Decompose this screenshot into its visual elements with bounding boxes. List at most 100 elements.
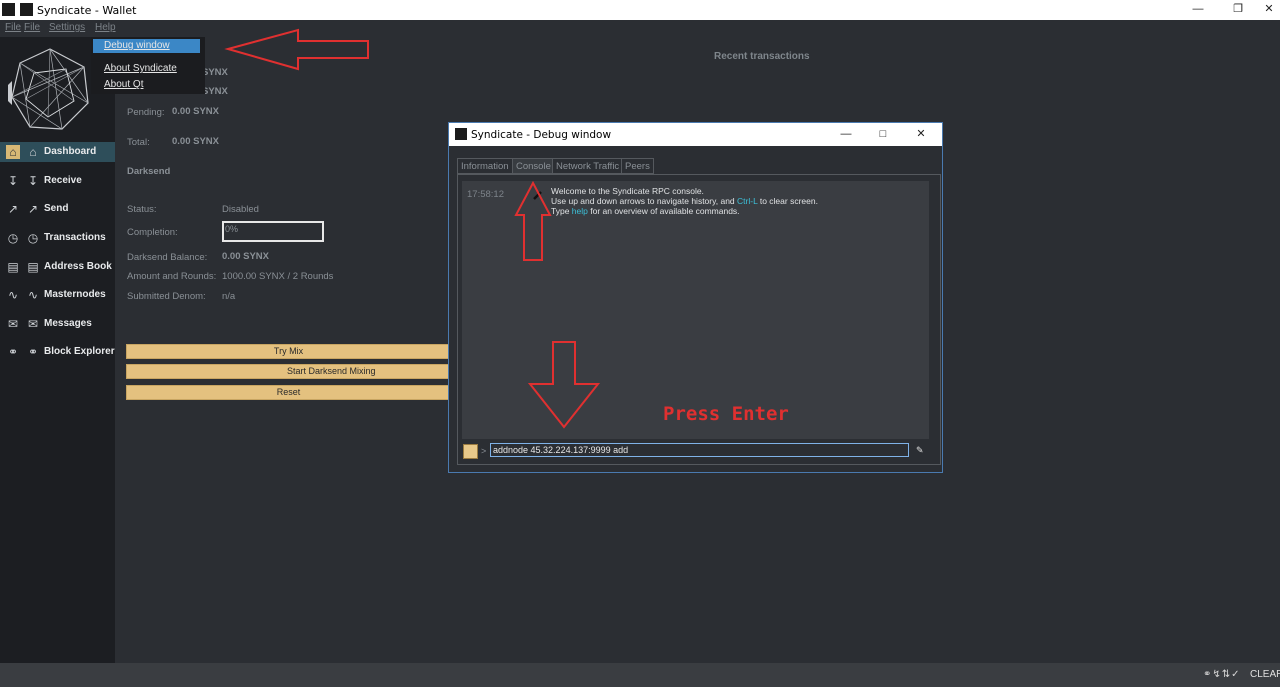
sidebar: ⌂ ⌂ Dashboard ↧ ↧ Receive ↗ ↗ Send ◷ ◷ T… bbox=[0, 37, 115, 663]
annotation-press-enter: Press Enter bbox=[663, 403, 789, 425]
console-text: to clear screen. bbox=[757, 196, 818, 206]
sidebar-item-send[interactable]: ↗ ↗ Send bbox=[0, 199, 115, 219]
total-value: 0.00 SYNX bbox=[172, 136, 219, 147]
tab-network-traffic[interactable]: Network Traffic bbox=[552, 158, 624, 174]
clock-icon: ◷ bbox=[7, 231, 19, 245]
sidebar-item-address-book[interactable]: ▤ ▤ Address Book bbox=[0, 257, 115, 277]
reset-button[interactable]: Reset bbox=[126, 385, 451, 400]
status-value: Disabled bbox=[222, 204, 259, 215]
sidebar-item-masternodes[interactable]: ∿ ∿ Masternodes bbox=[0, 285, 115, 305]
console-text: Type bbox=[551, 206, 572, 216]
send-icon: ↗ bbox=[7, 202, 19, 216]
try-mix-button[interactable]: Try Mix bbox=[126, 344, 451, 359]
window-title: Syndicate - Wallet bbox=[37, 4, 137, 17]
console-link-ctrl-l: Ctrl-L bbox=[737, 196, 758, 206]
close-icon[interactable]: ✕ bbox=[1262, 2, 1276, 16]
console-line-navigate: Use up and down arrows to navigate histo… bbox=[551, 196, 818, 206]
menu-item-label: About Qt bbox=[104, 79, 144, 90]
masternodes-icon: ∿ bbox=[7, 288, 19, 302]
console-input-row: > ✎ bbox=[462, 440, 929, 463]
sidebar-item-label: Masternodes bbox=[44, 289, 106, 300]
menu-item-about-qt[interactable]: About Qt bbox=[91, 78, 205, 92]
submitted-denom-label: Submitted Denom: bbox=[127, 291, 206, 302]
maximize-icon[interactable]: □ bbox=[876, 127, 890, 141]
restore-icon[interactable]: ❐ bbox=[1231, 2, 1245, 16]
address-book-icon: ▤ bbox=[7, 260, 19, 274]
annotation-arrow-up-icon bbox=[514, 180, 552, 261]
globe-icon: ⚭ bbox=[7, 345, 19, 359]
tab-peers[interactable]: Peers bbox=[621, 158, 654, 174]
total-label: Total: bbox=[127, 137, 150, 148]
address-book-icon: ▤ bbox=[27, 260, 39, 274]
syndicate-logo-icon bbox=[8, 48, 89, 130]
start-darksend-mixing-button[interactable]: Start Darksend Mixing bbox=[126, 364, 451, 379]
receive-icon: ↧ bbox=[7, 174, 19, 188]
sidebar-item-dashboard[interactable]: ⌂ ⌂ Dashboard bbox=[0, 142, 115, 162]
tab-information[interactable]: Information bbox=[457, 158, 513, 174]
sidebar-item-messages[interactable]: ✉ ✉ Messages bbox=[0, 314, 115, 334]
console-text: for an overview of available commands. bbox=[587, 206, 740, 216]
darksend-heading: Darksend bbox=[127, 166, 171, 177]
menubar: File File Settings Help bbox=[0, 20, 1280, 37]
tab-console[interactable]: Console bbox=[512, 158, 555, 174]
pending-value: 0.00 SYNX bbox=[172, 106, 219, 117]
globe-icon: ⚭ bbox=[27, 345, 39, 359]
console-command-input[interactable] bbox=[490, 443, 909, 457]
pending-label: Pending: bbox=[127, 107, 165, 118]
sidebar-item-label: Receive bbox=[44, 175, 82, 186]
debug-window-title: Syndicate - Debug window bbox=[471, 129, 612, 141]
menu-item-about-syndicate[interactable]: About Syndicate bbox=[91, 62, 205, 76]
amount-rounds-value: 1000.00 SYNX / 2 Rounds bbox=[222, 271, 334, 282]
home-icon: ⌂ bbox=[6, 145, 20, 159]
darksend-balance-label: Darksend Balance: bbox=[127, 252, 208, 263]
console-line-welcome: Welcome to the Syndicate RPC console. bbox=[551, 186, 704, 196]
sidebar-item-transactions[interactable]: ◷ ◷ Transactions bbox=[0, 228, 115, 248]
receive-icon: ↧ bbox=[27, 174, 39, 188]
sidebar-item-label: Transactions bbox=[44, 232, 106, 243]
amount-rounds-label: Amount and Rounds: bbox=[127, 271, 217, 282]
envelope-icon: ✉ bbox=[7, 317, 19, 331]
status-text: CLEARN bbox=[1250, 669, 1280, 680]
lightning-icon: ↯ bbox=[1212, 669, 1222, 680]
lock-icon: ⚭ bbox=[1203, 669, 1213, 680]
menu-help[interactable]: Help bbox=[95, 22, 116, 33]
console-text: Welcome to the Syndicate RPC console. bbox=[551, 186, 704, 196]
console-line-help: Type help for an overview of available c… bbox=[551, 206, 740, 216]
sidebar-item-label: Send bbox=[44, 203, 69, 214]
help-menu-dropdown: Debug window About Syndicate About Qt bbox=[91, 37, 205, 94]
menu-item-debug-window[interactable]: Debug window bbox=[93, 39, 200, 53]
menu-file[interactable]: File bbox=[5, 22, 21, 33]
annotation-arrow-left-icon bbox=[224, 28, 369, 71]
send-icon: ↗ bbox=[27, 202, 39, 216]
app-icon bbox=[2, 3, 15, 16]
envelope-icon: ✉ bbox=[27, 317, 39, 331]
app-logo-icon bbox=[20, 3, 33, 16]
home-icon: ⌂ bbox=[29, 145, 37, 159]
unconfirmed-value: SYNX bbox=[202, 86, 228, 97]
sidebar-item-label: Messages bbox=[44, 318, 92, 329]
masternodes-icon: ∿ bbox=[27, 288, 39, 302]
clock-icon: ◷ bbox=[27, 231, 39, 245]
console-prompt: > bbox=[481, 446, 487, 456]
menu-file-2[interactable]: File bbox=[24, 22, 40, 33]
console-link-help: help bbox=[571, 206, 588, 216]
sidebar-item-label: Dashboard bbox=[44, 146, 97, 157]
clear-console-icon[interactable]: ✎ bbox=[916, 445, 924, 456]
sidebar-item-receive[interactable]: ↧ ↧ Receive bbox=[0, 171, 115, 191]
network-icon: ⇅ bbox=[1221, 669, 1232, 680]
darksend-balance-value: 0.00 SYNX bbox=[222, 251, 269, 262]
console-timestamp: 17:58:12 bbox=[467, 189, 504, 200]
annotation-arrow-down-icon bbox=[527, 341, 601, 429]
menu-item-label: Debug window bbox=[104, 40, 170, 51]
statusbar: ⚭↯⇅✓ CLEARN bbox=[0, 663, 1280, 687]
copy-icon[interactable] bbox=[463, 444, 478, 459]
menu-settings[interactable]: Settings bbox=[49, 22, 85, 33]
minimize-icon[interactable]: — bbox=[1191, 2, 1205, 16]
sidebar-item-label: Block Explorer bbox=[44, 346, 115, 357]
sidebar-item-block-explorer[interactable]: ⚭ ⚭ Block Explorer bbox=[0, 342, 115, 362]
close-icon[interactable]: ✕ bbox=[914, 127, 928, 141]
app-icon bbox=[455, 128, 467, 140]
minimize-icon[interactable]: — bbox=[839, 127, 853, 141]
check-icon: ✓ bbox=[1231, 669, 1241, 680]
completion-value: 0% bbox=[225, 224, 239, 234]
